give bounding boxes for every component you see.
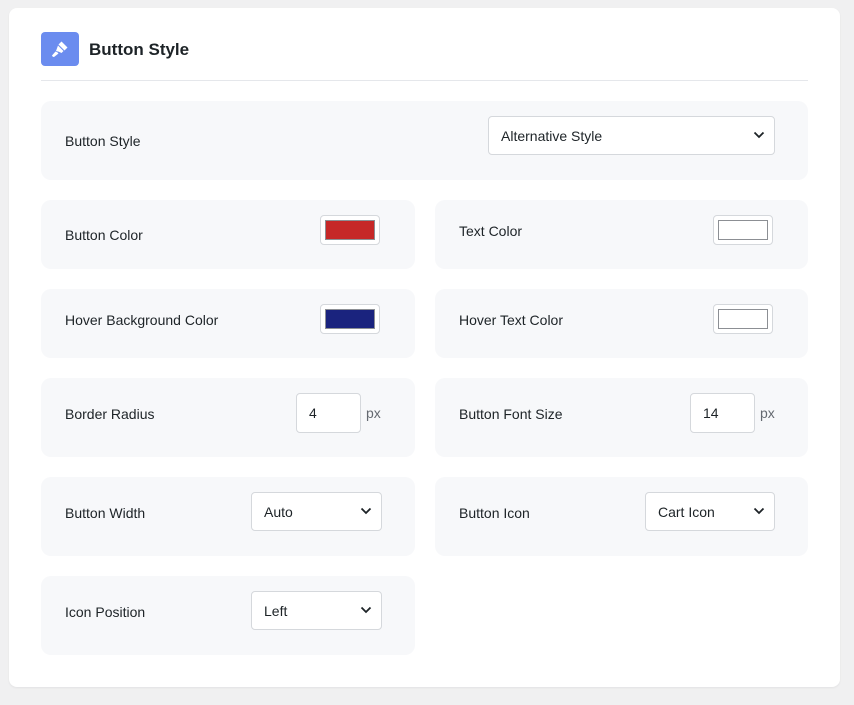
hover-text-color-label: Hover Text Color bbox=[459, 312, 564, 328]
font-size-unit: px bbox=[760, 405, 775, 421]
text-color-panel: Text Color bbox=[435, 200, 808, 269]
text-color-picker[interactable] bbox=[713, 215, 773, 245]
paintbrush-icon bbox=[41, 32, 79, 66]
button-width-value: Auto bbox=[264, 503, 293, 520]
button-icon-panel: Button Icon Cart Icon bbox=[435, 477, 808, 556]
hover-text-color-picker[interactable] bbox=[713, 304, 773, 334]
border-radius-panel: Border Radius 4 px bbox=[41, 378, 415, 457]
button-color-panel: Button Color bbox=[41, 200, 415, 269]
button-color-label: Button Color bbox=[65, 227, 143, 243]
icon-position-panel: Icon Position Left bbox=[41, 576, 415, 655]
button-style-value: Alternative Style bbox=[501, 127, 603, 144]
chevron-down-icon bbox=[753, 507, 765, 515]
button-icon-label: Button Icon bbox=[459, 505, 530, 521]
border-radius-label: Border Radius bbox=[65, 406, 155, 422]
hover-bg-color-label: Hover Background Color bbox=[65, 312, 219, 328]
button-icon-select[interactable]: Cart Icon bbox=[645, 492, 775, 531]
text-color-swatch bbox=[718, 220, 768, 240]
icon-position-value: Left bbox=[264, 602, 288, 619]
border-radius-unit: px bbox=[366, 405, 381, 421]
chevron-down-icon bbox=[753, 131, 765, 139]
settings-card: Button Style Button Style Alternative St… bbox=[9, 8, 840, 687]
button-style-panel: Button Style Alternative Style bbox=[41, 101, 808, 180]
button-style-select[interactable]: Alternative Style bbox=[488, 116, 775, 155]
card-header: Button Style bbox=[41, 32, 808, 81]
font-size-label: Button Font Size bbox=[459, 406, 563, 422]
page-title: Button Style bbox=[89, 40, 190, 59]
font-size-input[interactable]: 14 bbox=[690, 393, 755, 433]
hover-bg-color-panel: Hover Background Color bbox=[41, 289, 415, 358]
hover-bg-color-picker[interactable] bbox=[320, 304, 380, 334]
button-width-select[interactable]: Auto bbox=[251, 492, 382, 531]
font-size-panel: Button Font Size 14 px bbox=[435, 378, 808, 457]
button-color-picker[interactable] bbox=[320, 215, 380, 245]
chevron-down-icon bbox=[360, 507, 372, 515]
button-style-label: Button Style bbox=[65, 133, 141, 149]
button-width-panel: Button Width Auto bbox=[41, 477, 415, 556]
button-width-label: Button Width bbox=[65, 505, 146, 521]
chevron-down-icon bbox=[360, 606, 372, 614]
icon-position-label: Icon Position bbox=[65, 604, 146, 620]
text-color-label: Text Color bbox=[459, 223, 523, 239]
button-color-swatch bbox=[325, 220, 375, 240]
border-radius-input[interactable]: 4 bbox=[296, 393, 361, 433]
button-icon-value: Cart Icon bbox=[658, 503, 715, 520]
icon-position-select[interactable]: Left bbox=[251, 591, 382, 630]
hover-bg-color-swatch bbox=[325, 309, 375, 329]
hover-text-color-swatch bbox=[718, 309, 768, 329]
hover-text-color-panel: Hover Text Color bbox=[435, 289, 808, 358]
